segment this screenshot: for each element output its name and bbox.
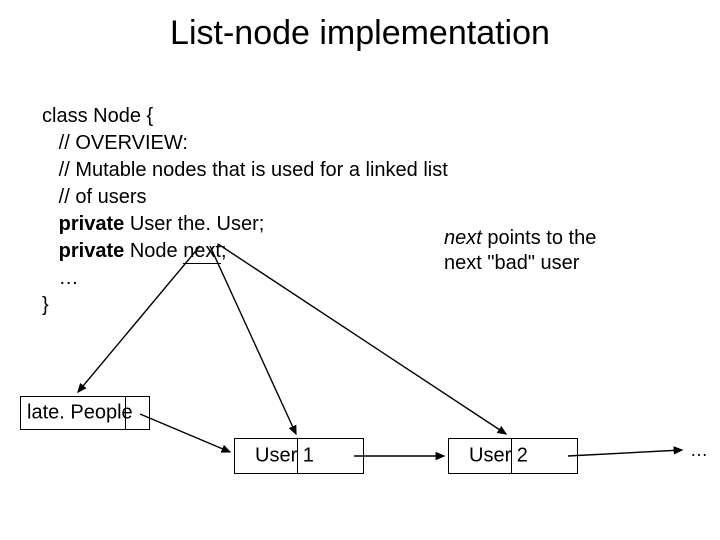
late-people-node: late. People — [20, 396, 150, 430]
code-line-3: // Mutable nodes that is used for a link… — [42, 159, 448, 181]
code-line-6: private Node next; — [42, 240, 227, 264]
user2-label: User 2 — [469, 445, 528, 468]
code-line-2: // OVERVIEW: — [42, 132, 188, 154]
node-divider — [297, 439, 298, 473]
code-line-7: … — [42, 267, 79, 289]
user2-node: User 2 — [448, 438, 578, 474]
next-keyword: next — [183, 240, 221, 264]
annotation-text: next points to the next "bad" user — [444, 226, 596, 276]
arrow-latepeople-to-user1 — [140, 414, 230, 452]
node-divider — [511, 439, 512, 473]
user1-node: User 1 — [234, 438, 364, 474]
node-divider — [125, 397, 126, 429]
annotation-italic: next — [444, 227, 482, 249]
arrow-user2-to-ellipsis — [568, 450, 682, 456]
code-line-5: private User the. User; — [42, 213, 264, 235]
code-block: class Node { // OVERVIEW: // Mutable nod… — [42, 76, 448, 319]
code-line-8: } — [42, 294, 49, 316]
code-line-1: class Node { — [42, 105, 153, 127]
late-people-label: late. People — [27, 402, 133, 425]
code-line-4: // of users — [42, 186, 146, 208]
user1-label: User 1 — [255, 445, 314, 468]
slide-title: List-node implementation — [0, 14, 720, 53]
trailing-ellipsis: … — [690, 440, 708, 461]
